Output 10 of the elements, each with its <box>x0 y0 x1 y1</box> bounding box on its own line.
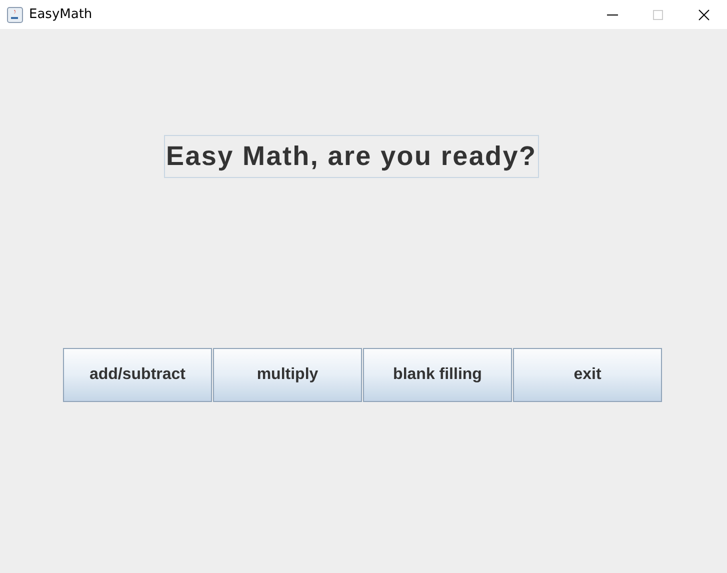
app-icon <box>7 6 23 22</box>
menu-button[interactable]: add/subtract <box>63 348 212 402</box>
window-title: EasyMath <box>29 7 92 22</box>
minimize-icon <box>606 14 618 16</box>
menu-button[interactable]: multiply <box>213 348 362 402</box>
menu-button[interactable]: exit <box>513 348 662 402</box>
maximize-icon <box>652 8 664 20</box>
menu-button[interactable]: blank filling <box>363 348 512 402</box>
close-icon <box>698 8 710 20</box>
welcome-heading: Easy Math, are you ready? <box>164 135 539 178</box>
